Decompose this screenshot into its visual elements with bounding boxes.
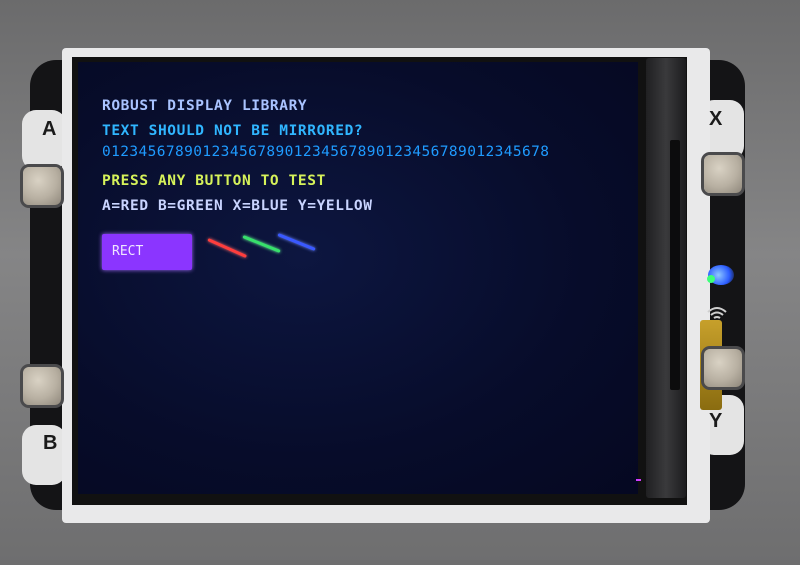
button-y-label: Y bbox=[709, 410, 723, 432]
pixel-speck bbox=[636, 479, 641, 481]
blue-diagonal-line bbox=[277, 233, 316, 251]
screen-title: ROBUST DISPLAY LIBRARY bbox=[102, 98, 308, 114]
lcd-screen: ROBUST DISPLAY LIBRARY TEXT SHOULD NOT B… bbox=[78, 62, 638, 494]
screen-button-legend: A=RED B=GREEN X=BLUE Y=YELLOW bbox=[102, 198, 373, 214]
screen-press-any-button: PRESS ANY BUTTON TO TEST bbox=[102, 173, 326, 189]
screen-digits: 0123456789012345678901234567890123456789… bbox=[102, 144, 550, 160]
green-diagonal-line bbox=[242, 235, 281, 253]
screen-mirror-question: TEXT SHOULD NOT BE MIRRORED? bbox=[102, 123, 364, 139]
button-a[interactable] bbox=[23, 167, 61, 205]
rect-sample: RECT bbox=[102, 234, 192, 270]
flex-slot bbox=[670, 140, 680, 390]
button-x[interactable] bbox=[704, 155, 742, 193]
flex-cable bbox=[646, 58, 686, 498]
red-diagonal-line bbox=[207, 238, 247, 258]
wifi-icon bbox=[706, 305, 728, 328]
button-a-label: A bbox=[42, 118, 57, 140]
button-y[interactable] bbox=[704, 349, 742, 387]
button-b-label: B bbox=[43, 432, 58, 454]
button-x-label: X bbox=[709, 108, 723, 130]
status-led bbox=[707, 275, 715, 283]
button-b[interactable] bbox=[23, 367, 61, 405]
